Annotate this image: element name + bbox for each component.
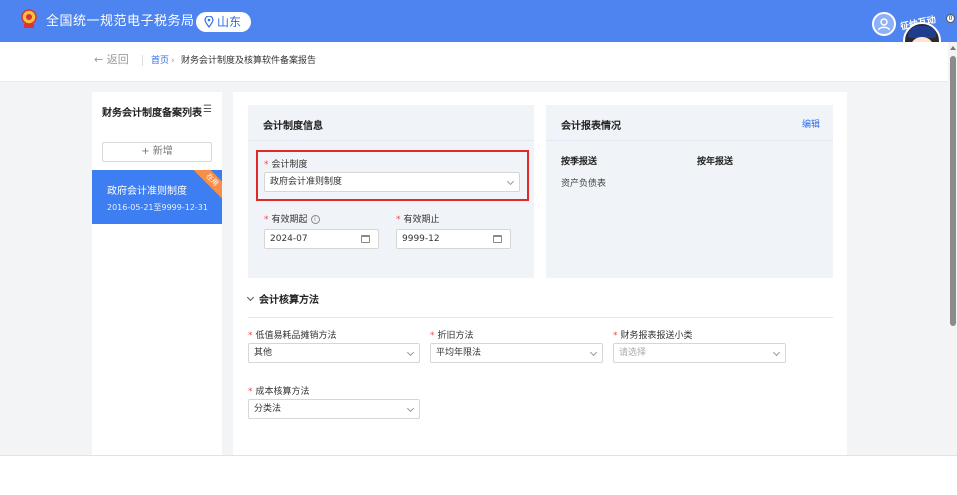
card-header: 会计报表情况 编辑 bbox=[546, 105, 833, 141]
region-selector[interactable]: 山东 bbox=[196, 12, 252, 32]
quarterly-report-item: 资产负债表 bbox=[561, 179, 607, 189]
accounting-system-label: * 会计制度 bbox=[264, 160, 308, 170]
scrollbar-thumb[interactable] bbox=[950, 56, 956, 326]
accounting-system-select[interactable]: 政府会计准则制度 bbox=[264, 172, 520, 192]
card-title: 会计制度信息 bbox=[263, 121, 323, 132]
calendar-icon bbox=[361, 235, 370, 243]
cost-method-value: 分类法 bbox=[254, 404, 282, 414]
region-label: 山东 bbox=[217, 15, 242, 29]
start-date-label: * 有效期起 i bbox=[264, 212, 320, 225]
chevron-down-icon bbox=[246, 293, 255, 301]
person-icon bbox=[877, 18, 891, 31]
add-record-button[interactable]: + 新增 bbox=[102, 142, 212, 162]
chevron-down-icon bbox=[772, 348, 781, 357]
depreciation-select[interactable]: 平均年限法 bbox=[430, 343, 603, 363]
report-category-label: * 财务报表报送小类 bbox=[613, 331, 693, 341]
card-title: 会计报表情况 bbox=[561, 121, 621, 132]
chevron-down-icon bbox=[589, 348, 598, 357]
start-date-picker[interactable]: 2024-07 bbox=[264, 229, 379, 249]
low-value-label: * 低值易耗品摊销方法 bbox=[248, 331, 337, 341]
location-pin-icon bbox=[204, 16, 214, 28]
breadcrumb-current: 财务会计制度及核算软件备案报告 bbox=[181, 56, 317, 66]
sidebar-item-name: 政府会计准则制度 bbox=[107, 186, 187, 197]
end-date-label: * 有效期止 bbox=[396, 215, 440, 225]
breadcrumb-divider bbox=[142, 55, 143, 66]
annual-header: 按年报送 bbox=[697, 157, 734, 167]
report-category-select[interactable]: 请选择 bbox=[613, 343, 786, 363]
panel-gap bbox=[222, 92, 233, 455]
scroll-up-icon[interactable] bbox=[950, 46, 956, 50]
low-value-value: 其他 bbox=[254, 348, 273, 358]
report-info-card: 会计报表情况 编辑 bbox=[546, 105, 833, 278]
app-title: 全国统一规范电子税务局 bbox=[46, 14, 195, 29]
info-icon[interactable]: i bbox=[310, 215, 320, 224]
user-avatar-icon[interactable] bbox=[872, 12, 896, 36]
calendar-icon bbox=[493, 235, 502, 243]
section-title: 会计核算方法 bbox=[259, 295, 319, 306]
breadcrumb-home-link[interactable]: 首页 bbox=[151, 55, 169, 67]
end-date-value: 9999-12 bbox=[402, 234, 440, 244]
sidebar-title: 财务会计制度备案列表 bbox=[102, 108, 202, 119]
notification-badge[interactable]: 0 bbox=[946, 14, 955, 23]
chevron-down-icon bbox=[406, 348, 415, 357]
tax-emblem-icon bbox=[21, 9, 37, 28]
page-footer-area bbox=[0, 455, 957, 495]
breadcrumb-separator: › bbox=[171, 56, 175, 66]
sidebar-item-date: 2016-05-21至9999-12-31 bbox=[107, 203, 208, 212]
chevron-down-icon bbox=[406, 404, 415, 413]
quarterly-header: 按季报送 bbox=[561, 157, 598, 167]
in-use-tag: 在用 bbox=[190, 170, 222, 202]
cost-method-label: * 成本核算方法 bbox=[248, 387, 310, 397]
depreciation-label: * 折旧方法 bbox=[430, 331, 474, 341]
depreciation-value: 平均年限法 bbox=[436, 348, 482, 358]
collapse-menu-icon[interactable]: ☰ bbox=[203, 104, 212, 115]
accounting-system-value: 政府会计准则制度 bbox=[270, 177, 343, 187]
end-date-picker[interactable]: 9999-12 bbox=[396, 229, 511, 249]
section-header[interactable]: 会计核算方法 bbox=[246, 291, 319, 306]
low-value-select[interactable]: 其他 bbox=[248, 343, 420, 363]
chevron-down-icon bbox=[506, 177, 515, 186]
back-button[interactable]: ← 返回 bbox=[94, 53, 129, 67]
report-category-placeholder: 请选择 bbox=[619, 348, 647, 358]
cost-method-select[interactable]: 分类法 bbox=[248, 399, 420, 419]
start-date-value: 2024-07 bbox=[270, 234, 308, 244]
sidebar-item-active[interactable]: 政府会计准则制度 2016-05-21至9999-12-31 在用 bbox=[92, 170, 222, 224]
card-header: 会计制度信息 bbox=[248, 105, 534, 141]
edit-link[interactable]: 编辑 bbox=[802, 117, 820, 130]
section-divider bbox=[248, 317, 833, 318]
